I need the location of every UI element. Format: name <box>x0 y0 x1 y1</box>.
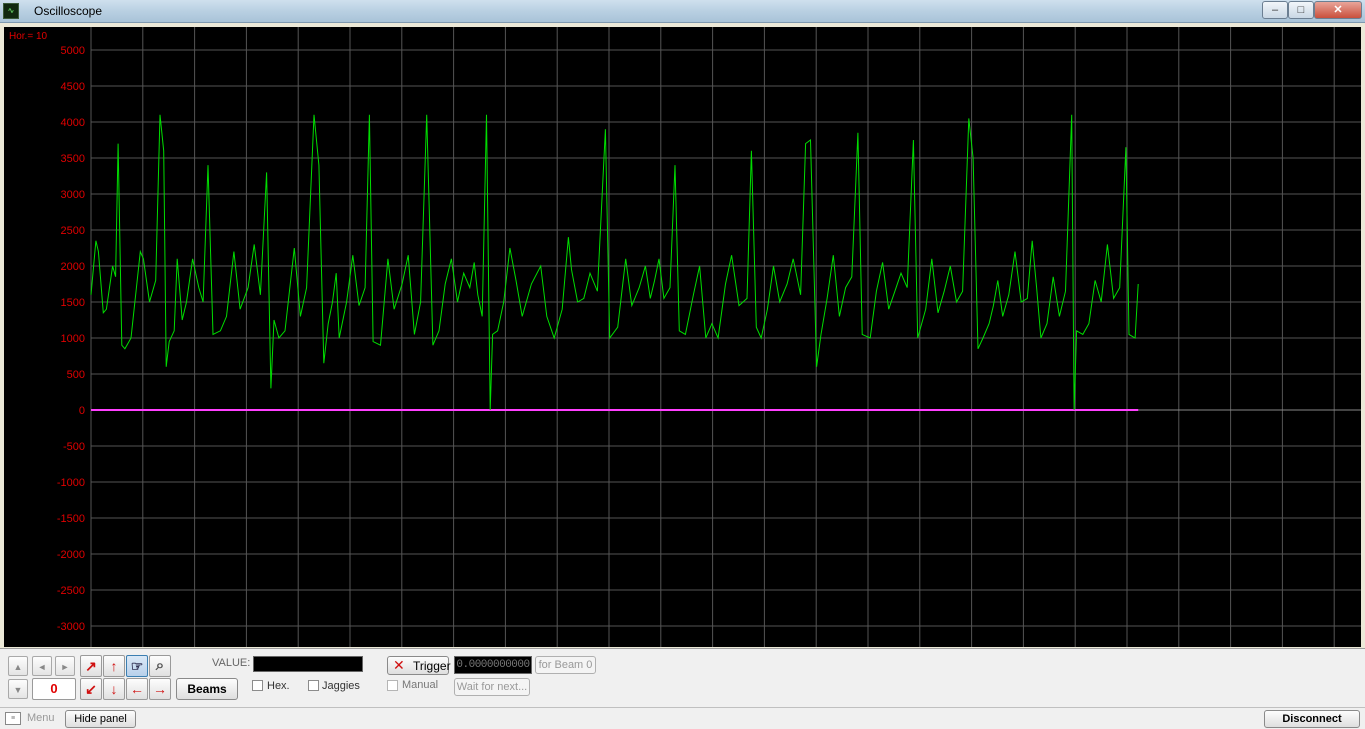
minimize-button[interactable]: – <box>1262 1 1288 19</box>
hor-label: Hor.= 10 <box>9 31 48 42</box>
menu-button[interactable]: ≡ Menu <box>5 710 58 727</box>
oscilloscope-display[interactable]: 5000 4500 4000 3500 3000 2500 2000 1500 1000 500 0… <box>4 27 1361 647</box>
arrow-down-icon[interactable]: ↓ <box>103 678 125 700</box>
wait-for-next-button[interactable]: Wait for next... <box>454 678 530 696</box>
arrow-up-icon[interactable]: ↑ <box>103 655 125 677</box>
y-tick-label: 4000 <box>61 117 85 129</box>
y-tick-label: 3500 <box>61 153 85 165</box>
y-tick-label: 5000 <box>61 45 85 57</box>
jaggies-checkbox[interactable] <box>308 680 319 691</box>
value-display <box>253 656 363 672</box>
scroll-left-button[interactable]: ◄ <box>32 656 52 676</box>
control-panel: ▲ ◄ ► ▼ 0 ↗ ↑ ☞ ⌕ ↙ ↓ ← → Beams VALUE: H… <box>0 648 1365 707</box>
y-tick-label: -3000 <box>57 621 85 633</box>
disconnect-button[interactable]: Disconnect <box>1264 710 1360 728</box>
y-tick-label: -1000 <box>57 477 85 489</box>
oscilloscope-app-icon: ∿ <box>3 3 19 19</box>
zoom-icon[interactable]: ⌕ <box>149 655 171 677</box>
window-title: Oscilloscope <box>34 4 103 18</box>
menu-label: Menu <box>27 712 55 724</box>
arrow-right-icon[interactable]: → <box>149 678 171 700</box>
title-bar: ∿ Oscilloscope – □ ✕ <box>0 0 1365 23</box>
scroll-down-button[interactable]: ▼ <box>8 679 28 699</box>
y-tick-label: 3000 <box>61 189 85 201</box>
signal-trace <box>90 114 1139 411</box>
arrow-left-icon[interactable]: ← <box>126 678 148 700</box>
manual-checkbox[interactable] <box>387 680 398 691</box>
scroll-up-button[interactable]: ▲ <box>8 656 28 676</box>
trigger-x-icon: ✕ <box>393 657 405 673</box>
y-tick-label: 2500 <box>61 225 85 237</box>
manual-label: Manual <box>402 679 439 691</box>
arrow-upright-icon[interactable]: ↗ <box>80 655 102 677</box>
hex-checkbox[interactable] <box>252 680 263 691</box>
hide-panel-button[interactable]: Hide panel <box>65 710 136 728</box>
y-tick-label: -2500 <box>57 585 85 597</box>
menu-icon: ≡ <box>5 712 21 725</box>
y-tick-label: 2000 <box>61 261 85 273</box>
value-label: VALUE: <box>212 657 251 669</box>
scope-chart: 5000450040003500300025002000150010005000… <box>9 27 1361 647</box>
y-tick-label: 1500 <box>61 297 85 309</box>
trigger-value-field[interactable]: 0.0000000000 <box>454 656 532 674</box>
jaggies-label: Jaggies <box>322 680 360 692</box>
maximize-button[interactable]: □ <box>1288 1 1314 19</box>
y-tick-label: 1000 <box>61 333 85 345</box>
trigger-button[interactable]: ✕ Trigger <box>387 656 451 675</box>
scroll-right-button[interactable]: ► <box>55 656 75 676</box>
trigger-label: Trigger <box>413 659 451 673</box>
hand-tool-icon[interactable]: ☞ <box>126 655 148 677</box>
hex-label: Hex. <box>267 680 290 692</box>
beams-button[interactable]: Beams <box>176 678 238 700</box>
y-tick-label: 500 <box>67 369 85 381</box>
arrow-downleft-icon[interactable]: ↙ <box>80 678 102 700</box>
y-tick-label: -500 <box>63 441 85 453</box>
y-tick-label: -1500 <box>57 513 85 525</box>
for-beam-button[interactable]: for Beam 0 <box>535 656 596 674</box>
close-button[interactable]: ✕ <box>1314 1 1362 19</box>
y-tick-label: 4500 <box>61 81 85 93</box>
y-tick-label: -2000 <box>57 549 85 561</box>
position-counter[interactable]: 0 <box>32 678 76 700</box>
status-bar: ≡ Menu Hide panel Disconnect <box>0 707 1365 729</box>
y-tick-label: 0 <box>79 405 85 417</box>
